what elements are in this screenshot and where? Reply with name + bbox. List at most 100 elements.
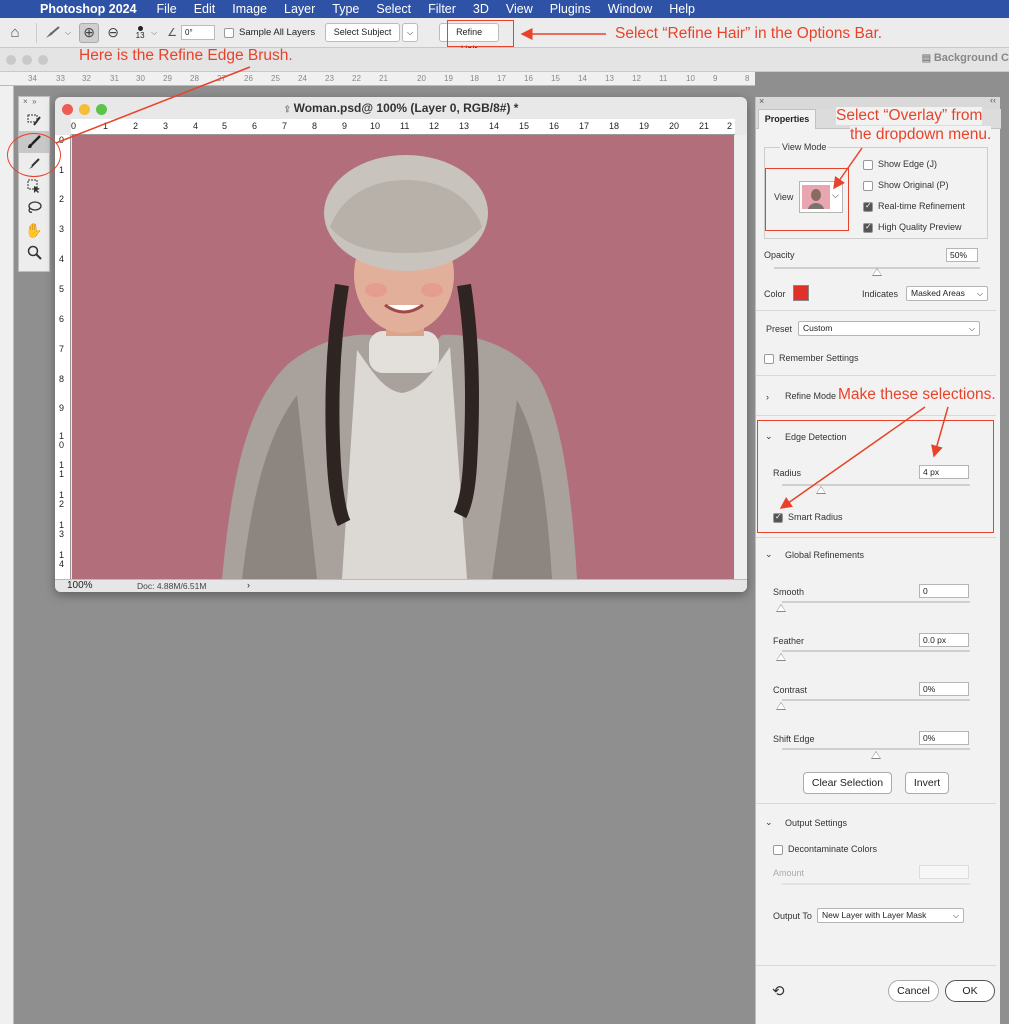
chevron-down-icon: ⌵ (952, 911, 959, 920)
menu-3d[interactable]: 3D (473, 2, 489, 16)
chevron-down-icon: ⌵ (976, 289, 983, 298)
menu-filter[interactable]: Filter (428, 2, 456, 16)
preset-dropdown[interactable]: Custom ⌵ (798, 321, 980, 336)
document-icon: ⇪ (283, 104, 294, 114)
brush-size-picker[interactable]: 13 (133, 25, 147, 40)
minimize-window-icon[interactable] (79, 104, 90, 115)
menu-help[interactable]: Help (669, 2, 695, 16)
menu-plugins[interactable]: Plugins (550, 2, 591, 16)
restore-edge-icon[interactable]: ⊖ (103, 23, 123, 43)
chevron-down-icon[interactable]: ⌵ (151, 28, 157, 38)
document-scrollbar[interactable] (735, 135, 747, 579)
lasso-tool-icon[interactable] (19, 197, 49, 219)
shift-edge-slider-thumb[interactable] (871, 751, 881, 759)
home-icon[interactable]: ⌂ (0, 24, 30, 41)
ok-button[interactable]: OK (945, 980, 995, 1002)
zoom-window-icon[interactable] (96, 104, 107, 115)
close-window-icon[interactable] (62, 104, 73, 115)
ruler-tick: 17 (497, 74, 506, 83)
smooth-slider-thumb[interactable] (776, 604, 786, 612)
chevron-down-icon[interactable]: ⌄ (765, 549, 773, 560)
panel-collapse-icon[interactable]: ‹‹ (990, 95, 996, 105)
tab-properties[interactable]: Properties (758, 109, 816, 129)
menu-image[interactable]: Image (232, 2, 267, 16)
remember-settings-checkbox[interactable] (764, 354, 774, 364)
select-subject-button[interactable]: Select Subject (325, 23, 401, 42)
ruler-tick: 0 (71, 121, 77, 131)
menu-app-name[interactable]: Photoshop 2024 (40, 2, 137, 16)
window-zoom-icon[interactable] (38, 55, 48, 65)
sample-all-layers-checkbox[interactable] (224, 27, 235, 38)
menu-type[interactable]: Type (332, 2, 359, 16)
window-close-icon[interactable] (6, 55, 16, 65)
contrast-slider-thumb[interactable] (776, 702, 786, 710)
show-original-label: Show Original (P) (878, 180, 949, 190)
quick-selection-tool-icon[interactable] (19, 109, 49, 131)
ruler-tick: 17 (579, 121, 590, 131)
chevron-right-icon[interactable]: › (766, 392, 769, 402)
decontaminate-colors-checkbox[interactable] (773, 845, 783, 855)
reset-icon[interactable]: ⟲ (772, 982, 785, 1000)
document-size-info[interactable]: Doc: 4.88M/6.51M (137, 581, 206, 591)
ruler-tick: 31 (110, 74, 119, 83)
menu-file[interactable]: File (157, 2, 177, 16)
zoom-level[interactable]: 100% (67, 580, 93, 591)
refine-mode-header[interactable]: Refine Mode (785, 391, 836, 401)
ruler-tick: 5 (59, 284, 65, 294)
select-subject-dropdown[interactable]: ⌵ (402, 23, 419, 42)
shift-edge-slider-track[interactable] (782, 748, 970, 750)
realtime-refinement-checkbox[interactable] (863, 201, 873, 212)
ruler-tick: 9 (713, 74, 718, 83)
high-quality-preview-checkbox[interactable] (863, 222, 873, 233)
canvas-image[interactable] (72, 135, 734, 579)
zoom-tool-icon[interactable] (19, 241, 49, 263)
document-horizontal-ruler: 0 1 2 3 4 5 6 7 8 9 10 11 12 13 14 15 16… (71, 119, 735, 135)
feather-slider-thumb[interactable] (776, 653, 786, 661)
amount-field[interactable] (919, 865, 969, 879)
indicates-dropdown[interactable]: Masked Areas ⌵ (906, 286, 988, 301)
angle-input[interactable]: 0° (181, 25, 216, 40)
global-refinements-header[interactable]: Global Refinements (785, 550, 864, 560)
contrast-field[interactable]: 0% (919, 682, 969, 696)
chevron-down-icon[interactable]: ⌄ (765, 817, 773, 828)
smooth-slider-track[interactable] (782, 601, 970, 603)
menu-window[interactable]: Window (608, 2, 652, 16)
cancel-button[interactable]: Cancel (888, 980, 939, 1002)
smooth-field[interactable]: 0 (919, 584, 969, 598)
clear-selection-button[interactable]: Clear Selection (803, 772, 892, 794)
menu-edit[interactable]: Edit (194, 2, 216, 16)
panel-close-icon[interactable]: × (759, 96, 764, 106)
ruler-tick: 34 (28, 74, 37, 83)
tools-panel-header[interactable]: × » (19, 97, 49, 109)
background-doc-tab-label: Background C (933, 52, 1009, 64)
amount-slider-track[interactable] (782, 883, 970, 885)
object-selection-tool-icon[interactable] (19, 175, 49, 197)
ruler-tick: 23 (325, 74, 334, 83)
chevron-down-icon[interactable]: ⌵ (65, 28, 71, 38)
chevron-right-icon[interactable]: › (247, 580, 250, 590)
show-original-checkbox[interactable] (863, 181, 873, 191)
ruler-tick: 9 (59, 403, 65, 413)
overlay-color-swatch[interactable] (793, 285, 809, 301)
menu-layer[interactable]: Layer (284, 2, 315, 16)
shift-edge-field[interactable]: 0% (919, 731, 969, 745)
ruler-tick: 1 2 (59, 490, 65, 509)
menu-select[interactable]: Select (376, 2, 411, 16)
background-doc-tab[interactable]: ▤ Background C (922, 52, 1009, 64)
menu-view[interactable]: View (506, 2, 533, 16)
output-to-dropdown[interactable]: New Layer with Layer Mask ⌵ (817, 908, 964, 923)
hand-tool-icon[interactable]: ✋ (19, 219, 49, 241)
invert-button[interactable]: Invert (905, 772, 949, 794)
refine-brush-preset-icon[interactable] (43, 23, 63, 43)
ruler-tick: 20 (669, 121, 680, 131)
opacity-field[interactable]: 50% (946, 248, 978, 262)
contrast-slider-track[interactable] (782, 699, 970, 701)
feather-field[interactable]: 0.0 px (919, 633, 969, 647)
divider (756, 537, 996, 538)
output-settings-header[interactable]: Output Settings (785, 818, 847, 828)
opacity-slider-thumb[interactable] (872, 268, 882, 276)
show-edge-checkbox[interactable] (863, 160, 873, 170)
feather-slider-track[interactable] (782, 650, 970, 652)
window-minimize-icon[interactable] (22, 55, 32, 65)
expand-detection-icon[interactable]: ⊕ (79, 22, 100, 43)
